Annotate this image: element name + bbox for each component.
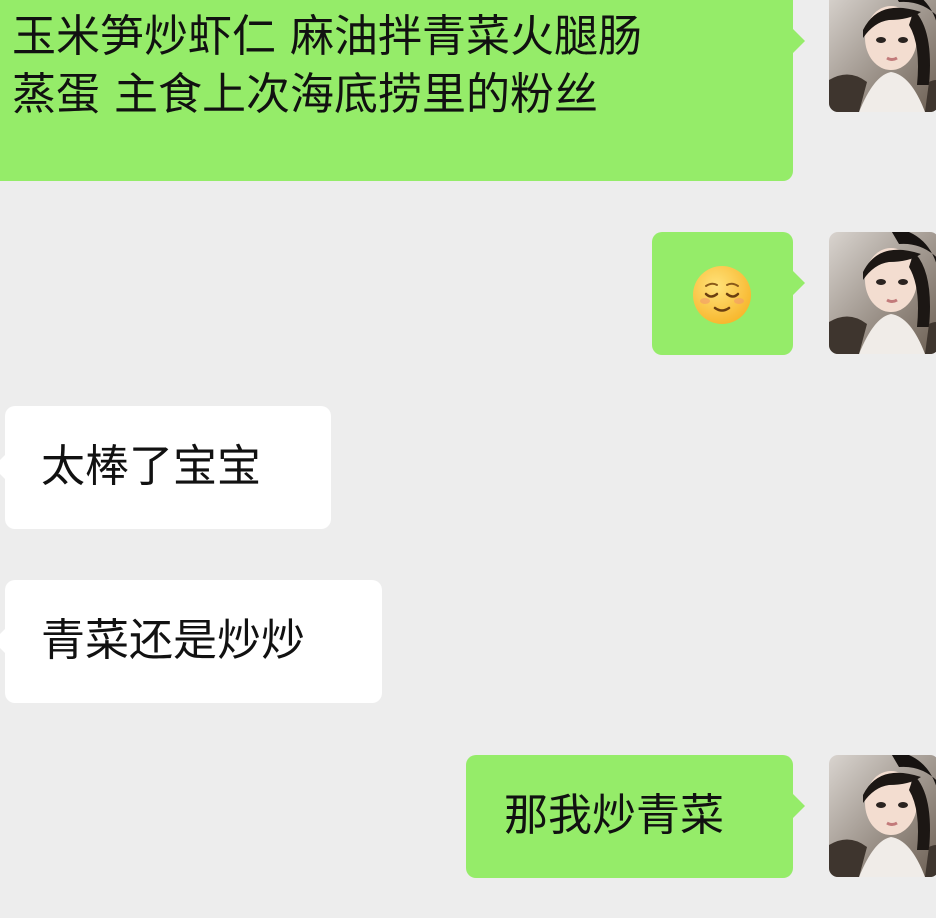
- message-text: 那我炒青菜: [504, 790, 724, 841]
- message-text: 青菜还是炒炒: [41, 615, 305, 666]
- message-bubble-received[interactable]: 青菜还是炒炒: [0, 580, 382, 703]
- avatar-photo-icon: [829, 232, 936, 354]
- self-avatar[interactable]: [829, 0, 936, 112]
- relieved-face-emoji-icon: [693, 266, 751, 324]
- message-bubble-sent[interactable]: 玉米笋炒虾仁 麻油拌青菜火腿肠 蒸蛋 主食上次海底捞里的粉丝: [0, 0, 805, 181]
- message-bubble-sent-emoji[interactable]: [652, 232, 805, 355]
- message-text-line: 蒸蛋 主食上次海底捞里的粉丝: [12, 69, 598, 120]
- message-text: 太棒了宝宝: [41, 441, 261, 492]
- avatar-photo-icon: [829, 0, 936, 112]
- chat-thread: 玉米笋炒虾仁 麻油拌青菜火腿肠 蒸蛋 主食上次海底捞里的粉丝 太棒了宝宝 青菜还…: [0, 0, 936, 918]
- avatar-photo-icon: [829, 755, 936, 877]
- self-avatar[interactable]: [829, 232, 936, 354]
- message-text-line: 玉米笋炒虾仁 麻油拌青菜火腿肠: [12, 11, 642, 62]
- message-bubble-received[interactable]: 太棒了宝宝: [0, 406, 331, 529]
- self-avatar[interactable]: [829, 755, 936, 877]
- message-bubble-sent[interactable]: 那我炒青菜: [466, 755, 805, 878]
